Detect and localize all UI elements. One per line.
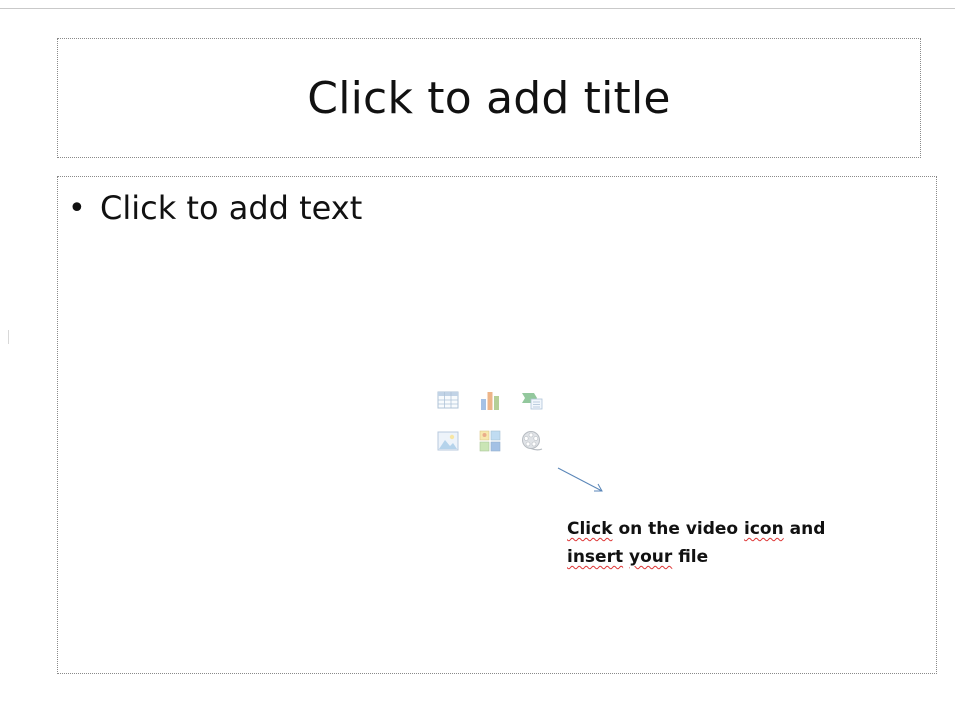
note-word-icon: icon xyxy=(744,519,784,539)
instruction-note: Click on the video icon and insert your … xyxy=(567,515,867,571)
insert-picture-icon[interactable] xyxy=(437,430,459,452)
content-placeholder-text: Click to add text xyxy=(100,189,363,227)
bullet-row: • Click to add text xyxy=(68,189,362,227)
slide-canvas: Click to add title • Click to add text C… xyxy=(0,0,955,714)
left-edge-marker xyxy=(8,330,9,344)
note-word-file: file xyxy=(678,547,709,567)
insert-clipart-icon[interactable] xyxy=(479,430,501,452)
note-word-insert: insert xyxy=(567,547,624,567)
insert-media-clip-icon[interactable] xyxy=(521,430,543,452)
insert-chart-icon[interactable] xyxy=(479,389,501,411)
content-insert-icons xyxy=(437,389,557,452)
note-word-and: and xyxy=(789,519,826,539)
title-placeholder-text: Click to add title xyxy=(307,72,671,124)
note-word-click: Click xyxy=(567,519,613,539)
content-placeholder[interactable]: • Click to add text Click on the video i… xyxy=(57,176,937,674)
title-placeholder[interactable]: Click to add title xyxy=(57,38,921,158)
note-words-on-the-video: on the video xyxy=(618,519,739,539)
note-word-your: your xyxy=(629,547,673,567)
insert-table-icon[interactable] xyxy=(437,389,459,411)
insert-smartart-icon[interactable] xyxy=(521,389,543,411)
pointer-arrow xyxy=(557,467,603,492)
top-divider xyxy=(0,8,955,9)
bullet-glyph: • xyxy=(68,190,86,226)
